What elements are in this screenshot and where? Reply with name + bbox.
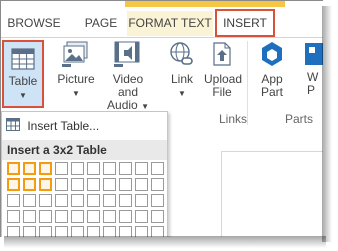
window-shadow-bottom — [4, 236, 326, 248]
grid-cell[interactable] — [39, 194, 52, 207]
tab-format-text[interactable]: FORMAT TEXT — [127, 11, 213, 36]
table-button[interactable]: Table ▼ — [2, 40, 44, 108]
chevron-down-icon: ▼ — [141, 102, 149, 111]
insert-table-icon — [6, 117, 20, 136]
chevron-down-icon: ▼ — [72, 89, 80, 98]
grid-cell[interactable] — [135, 178, 148, 191]
grid-cell[interactable] — [39, 162, 52, 175]
grid-cell[interactable] — [23, 178, 36, 191]
web-part-icon — [301, 40, 323, 71]
link-icon — [164, 40, 200, 71]
grid-cell[interactable] — [151, 194, 164, 207]
grid-cell[interactable] — [103, 210, 116, 223]
video-audio-icon — [102, 40, 154, 71]
upload-file-icon — [204, 40, 240, 71]
chevron-down-icon: ▼ — [19, 91, 27, 100]
grid-cell[interactable] — [71, 194, 84, 207]
web-part-label-line1: W — [307, 70, 319, 84]
grid-cell[interactable] — [135, 194, 148, 207]
ribbon-tab-bar: BROWSE PAGE FORMAT TEXT INSERT — [1, 1, 323, 38]
grid-cell[interactable] — [135, 162, 148, 175]
grid-cell[interactable] — [55, 194, 68, 207]
grid-cell[interactable] — [23, 162, 36, 175]
tab-page[interactable]: PAGE — [81, 11, 121, 36]
app-part-button[interactable]: App Part — [255, 40, 289, 99]
grid-cell[interactable] — [87, 178, 100, 191]
upload-file-button[interactable]: Upload File — [204, 40, 243, 99]
group-label-parts: Parts — [285, 112, 314, 126]
tab-insert[interactable]: INSERT — [215, 9, 275, 37]
grid-cell[interactable] — [7, 162, 20, 175]
web-part-button[interactable]: W P — [301, 40, 323, 97]
grid-cell[interactable] — [103, 194, 116, 207]
grid-cell[interactable] — [39, 178, 52, 191]
grid-cell[interactable] — [119, 210, 132, 223]
picture-icon — [55, 40, 97, 71]
page-content-area — [221, 151, 323, 237]
link-button[interactable]: Link ▼ — [164, 40, 200, 100]
grid-cell[interactable] — [87, 162, 100, 175]
grid-cell[interactable] — [87, 194, 100, 207]
table-icon — [4, 48, 42, 73]
grid-cell[interactable] — [71, 178, 84, 191]
grid-cell[interactable] — [7, 194, 20, 207]
grid-cell[interactable] — [7, 210, 20, 223]
grid-cell[interactable] — [119, 178, 132, 191]
contextual-tab-group-strip — [125, 1, 285, 7]
video-audio-button[interactable]: Video and Audio ▼ — [102, 40, 154, 113]
ribbon-group-separator — [247, 41, 248, 125]
upload-file-label-line1: Upload — [204, 72, 243, 86]
link-button-label: Link — [170, 72, 193, 86]
tab-browse[interactable]: BROWSE — [5, 11, 63, 36]
insert-table-label: Insert Table... — [27, 119, 100, 133]
window-shadow-right — [322, 6, 332, 242]
app-part-icon — [255, 40, 289, 71]
insert-table-menu-item[interactable]: Insert Table... — [6, 117, 99, 135]
grid-cell[interactable] — [151, 178, 164, 191]
app-part-label-line2: Part — [260, 85, 283, 99]
grid-cell[interactable] — [103, 178, 116, 191]
grid-cell[interactable] — [55, 162, 68, 175]
app-part-label-line1: App — [261, 72, 283, 86]
grid-cell[interactable] — [103, 162, 116, 175]
sharepoint-window: BROWSE PAGE FORMAT TEXT INSERT Table ▼ P… — [0, 0, 323, 237]
group-label-links: Links — [219, 112, 248, 126]
grid-size-header: Insert a 3x2 Table — [2, 140, 167, 160]
table-button-label: Table — [8, 74, 38, 88]
grid-cell[interactable] — [151, 210, 164, 223]
video-audio-label-line1: Video and — [112, 72, 144, 99]
video-audio-label-line2: Audio — [107, 98, 138, 112]
web-part-label-line2: P — [307, 83, 316, 97]
grid-cell[interactable] — [23, 194, 36, 207]
picture-button[interactable]: Picture ▼ — [55, 40, 97, 100]
grid-cell[interactable] — [55, 210, 68, 223]
grid-cell[interactable] — [151, 162, 164, 175]
ribbon-body: Table ▼ Picture ▼ Video and Audio ▼ Link… — [1, 38, 323, 116]
insert-table-menu: Insert Table... Insert a 3x2 Table — [1, 111, 168, 237]
grid-cell[interactable] — [55, 178, 68, 191]
grid-cell[interactable] — [87, 210, 100, 223]
grid-cell[interactable] — [119, 194, 132, 207]
picture-button-label: Picture — [57, 72, 95, 86]
upload-file-label-line2: File — [212, 85, 232, 99]
grid-cell[interactable] — [7, 178, 20, 191]
chevron-down-icon: ▼ — [178, 89, 186, 98]
grid-cell[interactable] — [71, 210, 84, 223]
grid-cell[interactable] — [23, 210, 36, 223]
grid-cell[interactable] — [39, 210, 52, 223]
grid-cell[interactable] — [135, 210, 148, 223]
grid-cell[interactable] — [119, 162, 132, 175]
grid-cell[interactable] — [71, 162, 84, 175]
